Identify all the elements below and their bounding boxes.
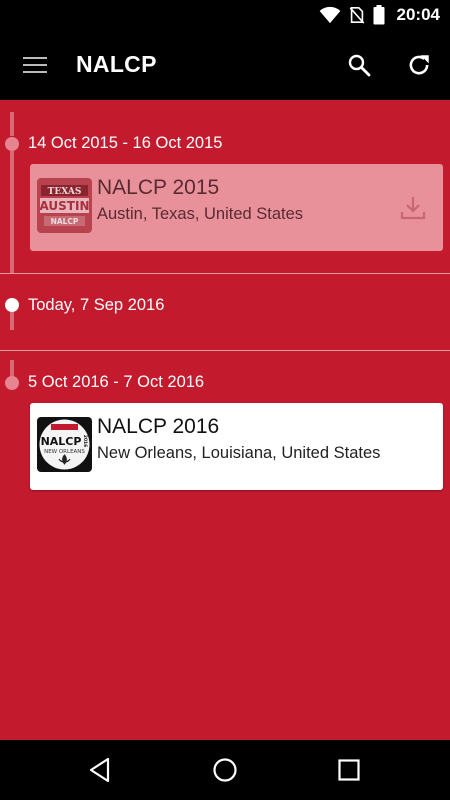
event-date-label: 5 Oct 2016 - 7 Oct 2016 <box>28 373 205 391</box>
status-icons: 20:04 <box>319 0 440 30</box>
today-date-label: Today, 7 Sep 2016 <box>28 296 165 314</box>
system-nav-bar <box>0 740 450 800</box>
event-logo-side-text: 2016 <box>82 435 88 448</box>
event-logo-top-text: TEXAS <box>48 187 82 197</box>
event-logo: NALCP 2016 NEW ORLEANS <box>37 417 92 472</box>
battery-icon <box>373 5 385 25</box>
event-name: NALCP 2015 <box>97 176 220 199</box>
event-logo-main-text: NALCP <box>41 435 82 448</box>
timeline-line <box>10 360 14 377</box>
timeline-line <box>10 151 14 273</box>
timeline-line <box>10 312 14 330</box>
timeline-dot-past <box>5 137 19 151</box>
status-bar: 20:04 <box>0 0 450 30</box>
search-button[interactable] <box>340 48 378 82</box>
timeline-divider <box>0 350 450 351</box>
event-logo-middle-text: AUSTIN <box>40 199 90 213</box>
event-logo: TEXAS AUSTIN NALCP <box>37 178 92 233</box>
back-icon <box>89 757 110 783</box>
event-location: Austin, Texas, United States <box>97 205 304 223</box>
timeline-content: 14 Oct 2015 - 16 Oct 2015 TEXAS AUSTIN N… <box>0 100 450 740</box>
event-location: New Orleans, Louisiana, United States <box>97 444 381 462</box>
status-time: 20:04 <box>396 5 440 24</box>
wifi-icon <box>319 6 340 24</box>
refresh-icon <box>409 55 429 75</box>
menu-icon <box>23 57 47 73</box>
event-card-nalcp-2015[interactable]: TEXAS AUSTIN NALCP NALCP 2015 Austin, Te… <box>30 164 443 251</box>
no-sim-icon <box>349 6 364 24</box>
refresh-button[interactable] <box>400 48 438 82</box>
recents-icon <box>338 759 360 781</box>
menu-button[interactable] <box>16 48 54 82</box>
timeline-line <box>10 112 14 136</box>
search-icon <box>348 54 371 77</box>
event-logo-sub-text: NEW ORLEANS <box>44 449 85 455</box>
timeline-dot-upcoming <box>5 376 19 390</box>
timeline-dot-today <box>5 298 19 312</box>
app-bar: NALCP <box>0 30 450 100</box>
home-icon <box>213 758 237 782</box>
timeline-divider <box>0 273 450 274</box>
event-date-label: 14 Oct 2015 - 16 Oct 2015 <box>28 134 223 152</box>
download-button[interactable] <box>397 192 429 224</box>
app-title: NALCP <box>76 51 157 77</box>
event-logo-bottom-text: NALCP <box>51 217 79 226</box>
back-button[interactable] <box>80 752 120 788</box>
download-icon <box>400 197 426 220</box>
recents-button[interactable] <box>329 752 369 788</box>
event-card-nalcp-2016[interactable]: NALCP 2016 NEW ORLEANS NALCP 2016 New Or… <box>30 403 443 490</box>
home-button[interactable] <box>205 752 245 788</box>
event-name: NALCP 2016 <box>97 415 220 438</box>
